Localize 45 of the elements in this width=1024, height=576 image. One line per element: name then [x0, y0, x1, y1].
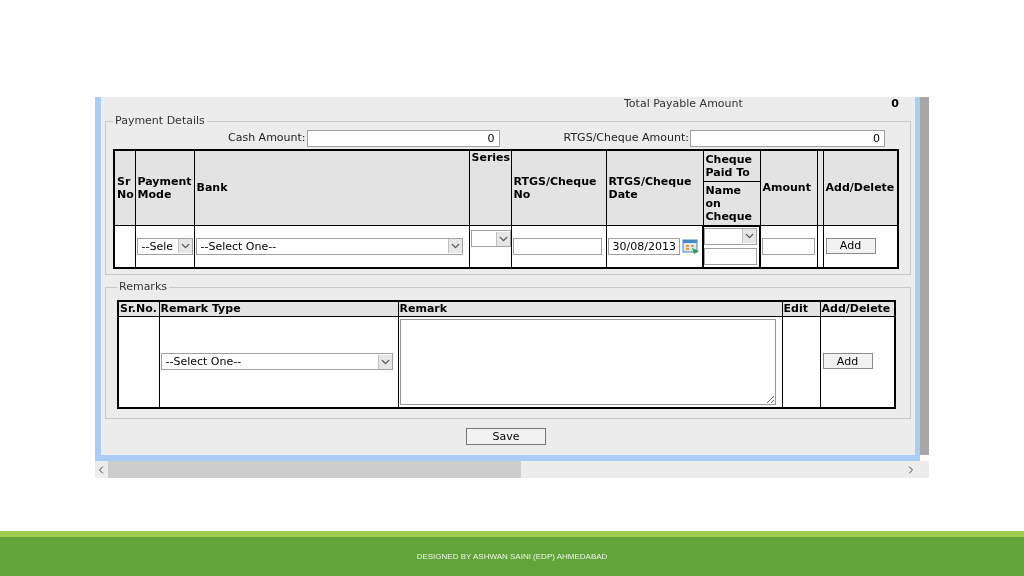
caret-icon: [495, 231, 510, 246]
add-button[interactable]: Add: [822, 353, 873, 370]
add-button[interactable]: Add: [825, 237, 876, 254]
column-header: Series: [469, 149, 511, 226]
column-header: Sr.No.: [118, 300, 159, 317]
input-field[interactable]: 0: [689, 130, 885, 147]
section-legend: Payment Details: [113, 113, 207, 130]
input-field[interactable]: 0: [306, 130, 500, 147]
footer-credit: DESIGNED BY ASHWAN SAINI (EDP) AHMEDABAD: [416, 550, 608, 563]
column-header: Add/Delete: [820, 300, 895, 317]
column-header: RTGS/Cheque No: [511, 149, 606, 226]
dropdown[interactable]: --Sele: [136, 237, 193, 255]
remark-field[interactable]: [399, 318, 776, 405]
total-payable-label: Total Payable Amount: [624, 95, 743, 112]
horizontal-scrollbar[interactable]: [95, 461, 929, 478]
input-field[interactable]: [704, 247, 757, 265]
column-header: Cheque Paid To: [703, 149, 760, 182]
total-payable-value: 0: [891, 95, 899, 112]
column-header: Remark: [398, 300, 782, 317]
dropdown[interactable]: [470, 230, 511, 247]
dropdown[interactable]: [704, 227, 757, 245]
field-label: RTGS/Cheque Amount:: [563, 130, 689, 147]
column-header: Edit: [782, 300, 820, 317]
caret-icon: [177, 239, 192, 254]
input-field[interactable]: [762, 237, 815, 255]
input-field[interactable]: [512, 237, 602, 255]
caret-icon: [377, 354, 392, 369]
calendar-icon[interactable]: [681, 238, 700, 255]
dropdown[interactable]: --Select One--: [195, 237, 463, 255]
column-header: Add/Delete: [823, 149, 898, 226]
column-header: Payment Mode: [135, 149, 194, 226]
column-header: Bank: [194, 149, 469, 226]
column-header: Name on Cheque: [703, 181, 760, 226]
input-field[interactable]: 30/08/2013: [607, 237, 680, 255]
column-header: RTGS/Cheque Date: [606, 149, 703, 226]
save-button[interactable]: Save: [466, 428, 546, 445]
column-header: Sr No: [114, 149, 135, 226]
field-label: Cash Amount:: [228, 130, 306, 147]
column-header: Remark Type: [159, 300, 398, 317]
dropdown[interactable]: --Select One--: [160, 353, 393, 371]
column-header: Amount: [760, 149, 817, 226]
vertical-scrollbar[interactable]: [920, 97, 929, 455]
section-legend: Remarks: [117, 279, 169, 296]
caret-icon: [742, 229, 756, 243]
caret-icon: [447, 239, 462, 254]
